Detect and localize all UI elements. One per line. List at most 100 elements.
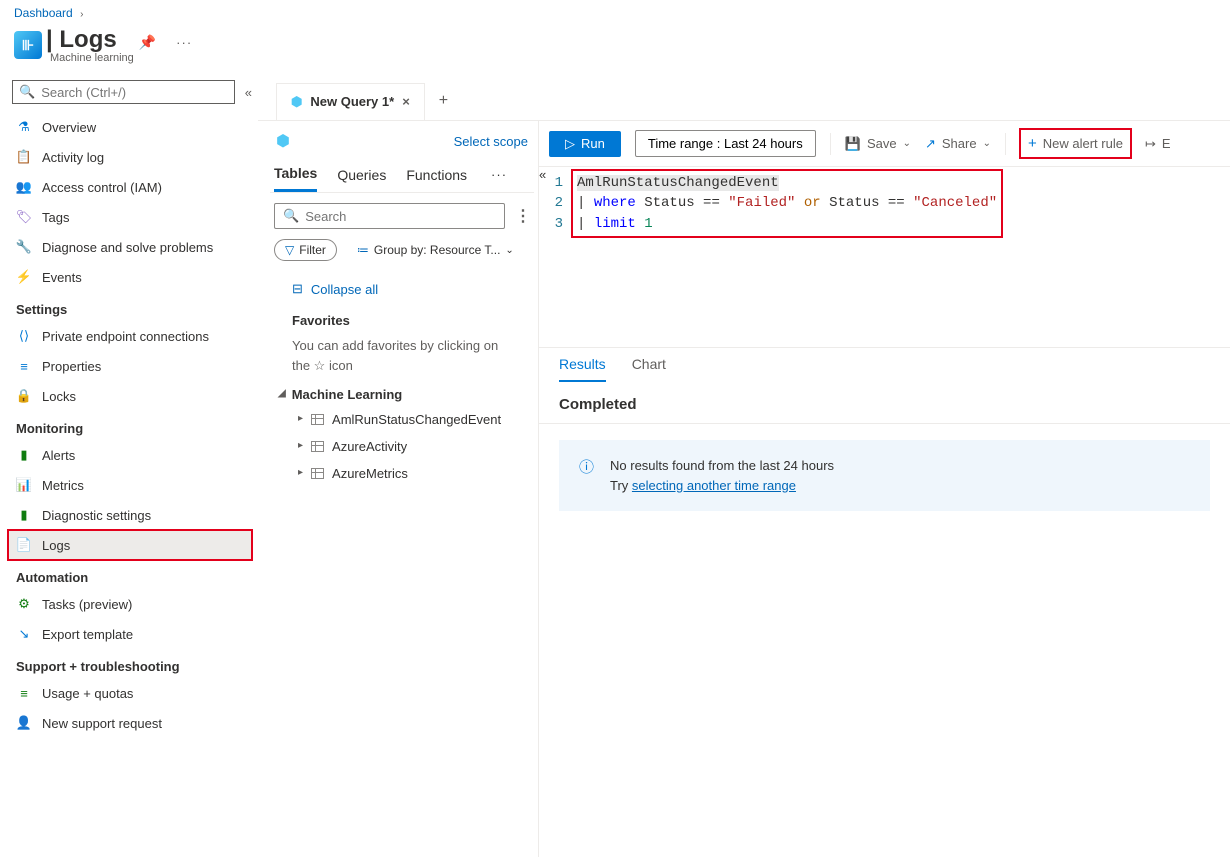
nav-new-support[interactable]: 👤New support request — [8, 708, 252, 738]
table-icon — [311, 441, 324, 452]
nav-metrics[interactable]: 📊Metrics — [8, 470, 252, 500]
nav-pep[interactable]: ⟨⟩Private endpoint connections — [8, 321, 252, 351]
nav-properties[interactable]: ≡Properties — [8, 351, 252, 381]
table-icon — [311, 414, 324, 425]
query-tab-1[interactable]: ⬢ New Query 1* × — [276, 83, 425, 120]
nav-overview[interactable]: ⚗Overview — [8, 112, 252, 142]
collapse-all-link[interactable]: ⊟Collapse all — [274, 275, 530, 303]
query-tabs: ⬢ New Query 1* × + — [258, 82, 1230, 121]
tab-queries[interactable]: Queries — [337, 167, 386, 191]
save-icon: 💾 — [845, 136, 861, 152]
nav-usage[interactable]: ≡Usage + quotas — [8, 678, 252, 708]
tables-search[interactable]: 🔍 — [274, 203, 505, 229]
nav-tasks[interactable]: ⚙Tasks (preview) — [8, 589, 252, 619]
filter-icon: ▽ — [285, 243, 294, 257]
query-tab-label: New Query 1* — [310, 94, 394, 109]
tables-search-input[interactable] — [305, 209, 496, 224]
run-button[interactable]: ▷Run — [549, 131, 621, 157]
favorites-text: You can add favorites by clicking on the… — [274, 332, 530, 379]
more-icon[interactable]: ··· — [176, 35, 192, 50]
plus-icon: + — [1028, 135, 1037, 152]
section-monitoring: Monitoring — [8, 411, 252, 440]
caret-icon: ◢ — [278, 388, 286, 399]
search-icon: 🔍 — [283, 208, 299, 224]
query-toolbar: ▷Run Time range : Last 24 hours 💾Save⌄ ↗… — [539, 121, 1230, 167]
close-tab-icon[interactable]: × — [402, 94, 410, 109]
query-panel: ▷Run Time range : Last 24 hours 💾Save⌄ ↗… — [538, 121, 1230, 857]
group-by-dropdown[interactable]: ≔Group by: Resource T...⌄ — [347, 240, 524, 260]
select-time-range-link[interactable]: selecting another time range — [632, 478, 796, 493]
nav-iam[interactable]: 👥Access control (IAM) — [8, 172, 252, 202]
info-icon: ⓘ — [579, 456, 594, 477]
new-alert-rule-button[interactable]: +New alert rule — [1020, 129, 1131, 158]
select-scope-link[interactable]: Select scope — [454, 134, 528, 149]
code-editor[interactable]: 123 AmlRunStatusChangedEvent | where Sta… — [539, 167, 1230, 347]
results-tabs: Results Chart — [539, 347, 1230, 382]
chevron-right-icon: ▸ — [298, 467, 303, 478]
logs-icon: 📄 — [16, 537, 32, 553]
export-icon: ↘ — [16, 626, 32, 642]
tab-functions[interactable]: Functions — [406, 167, 467, 191]
diag-icon: ▮ — [16, 507, 32, 523]
table-item-azureactivity[interactable]: ▸AzureActivity — [274, 433, 530, 460]
export-button[interactable]: ↦E — [1145, 136, 1171, 152]
sidebar-search[interactable]: 🔍 — [12, 80, 235, 104]
nav-locks[interactable]: 🔒Locks — [8, 381, 252, 411]
filter-pill[interactable]: ▽Filter — [274, 239, 337, 261]
results-tab-results[interactable]: Results — [559, 356, 606, 382]
tab-tables[interactable]: Tables — [274, 165, 317, 192]
properties-icon: ≡ — [16, 358, 32, 374]
page-header: ⊪ | Logs 📌 ··· Machine learning — [0, 22, 1230, 78]
chevron-right-icon: ▸ — [298, 413, 303, 424]
info-line-1: No results found from the last 24 hours — [610, 456, 834, 476]
pin-icon[interactable]: 📌 — [139, 34, 156, 51]
group-machine-learning[interactable]: ◢Machine Learning — [274, 379, 530, 406]
nav-export[interactable]: ↘Export template — [8, 619, 252, 649]
nav-events[interactable]: ⚡Events — [8, 262, 252, 292]
wrench-icon: 🔧 — [16, 239, 32, 255]
alerts-icon: ▮ — [16, 447, 32, 463]
table-item-azuremetrics[interactable]: ▸AzureMetrics — [274, 460, 530, 487]
sidebar: 🔍 « ⚗Overview 📋Activity log 👥Access cont… — [0, 78, 258, 857]
tables-panel: ⬢ Select scope Tables Queries Functions … — [258, 121, 538, 857]
favorites-heading: Favorites — [274, 303, 530, 332]
nav-diagnose[interactable]: 🔧Diagnose and solve problems — [8, 232, 252, 262]
save-button[interactable]: 💾Save⌄ — [845, 136, 911, 152]
breadcrumb-dashboard[interactable]: Dashboard — [14, 6, 73, 20]
share-button[interactable]: ↗Share⌄ — [925, 136, 991, 152]
search-icon: 🔍 — [19, 84, 35, 100]
gutter: 123 — [539, 173, 571, 341]
breadcrumb: Dashboard › — [0, 0, 1230, 22]
time-range-button[interactable]: Time range : Last 24 hours — [635, 130, 816, 157]
chevron-right-icon: › — [80, 9, 83, 20]
page-title: | Logs — [46, 26, 117, 54]
chevron-down-icon: ⌄ — [505, 245, 513, 256]
play-icon: ▷ — [565, 136, 575, 152]
resource-icon: ⊪ — [14, 31, 42, 59]
export-icon: ↦ — [1145, 136, 1156, 152]
collapse-sidebar-icon[interactable]: « — [245, 85, 252, 100]
sidebar-search-input[interactable] — [41, 85, 228, 100]
nav-alerts[interactable]: ▮Alerts — [8, 440, 252, 470]
chevron-down-icon: ⌄ — [983, 138, 991, 149]
add-tab-button[interactable]: + — [425, 82, 462, 120]
list-icon: 📋 — [16, 149, 32, 165]
people-icon: 👥 — [16, 179, 32, 195]
results-tab-chart[interactable]: Chart — [632, 356, 666, 382]
nav-logs[interactable]: 📄Logs — [8, 530, 252, 560]
nav-diag-settings[interactable]: ▮Diagnostic settings — [8, 500, 252, 530]
tasks-icon: ⚙ — [16, 596, 32, 612]
cube-icon-scope: ⬢ — [276, 131, 290, 151]
nav-tags[interactable]: 🏷Tags — [8, 202, 252, 232]
vertical-more-icon[interactable]: ⋮ — [515, 206, 530, 226]
section-support: Support + troubleshooting — [8, 649, 252, 678]
tabs-more-icon[interactable]: ··· — [487, 167, 511, 190]
table-item-aml[interactable]: ▸AmlRunStatusChangedEvent — [274, 406, 530, 433]
section-settings: Settings — [8, 292, 252, 321]
completed-label: Completed — [539, 382, 1230, 424]
no-results-banner: ⓘ No results found from the last 24 hour… — [559, 440, 1210, 511]
flask-icon: ⚗ — [16, 119, 32, 135]
nav-activity-log[interactable]: 📋Activity log — [8, 142, 252, 172]
divider — [1005, 133, 1006, 155]
usage-icon: ≡ — [16, 685, 32, 701]
